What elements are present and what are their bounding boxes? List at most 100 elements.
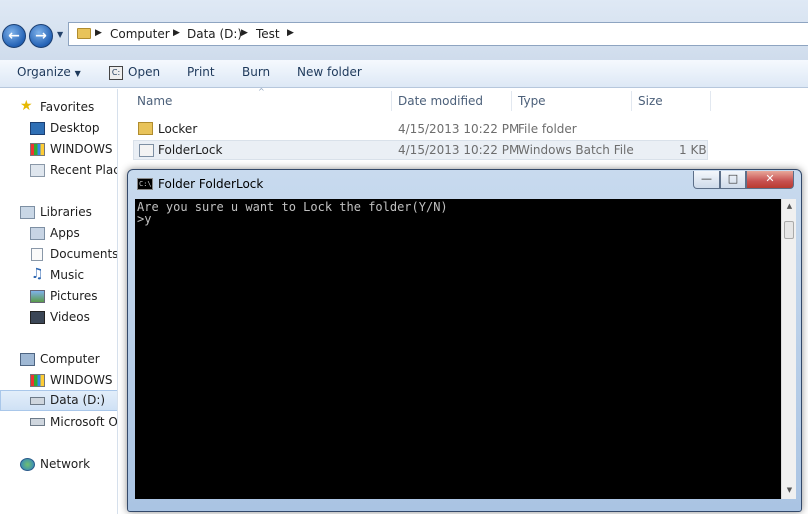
nav-apps[interactable]: Apps (0, 223, 117, 244)
network-globe-icon (20, 458, 35, 471)
libraries-icon (20, 206, 35, 219)
close-button[interactable]: ✕ (746, 171, 794, 189)
close-icon: ✕ (765, 172, 775, 185)
column-header-date-modified[interactable]: Date modified (398, 94, 483, 108)
nav-videos[interactable]: Videos (0, 307, 117, 328)
nav-documents-label: Documents (50, 247, 118, 261)
address-bar[interactable]: ▶ Computer ▶ Data (D:) ▶ Test ▶ (68, 22, 808, 46)
file-row-locker[interactable]: Locker 4/15/2013 10:22 PM File folder (133, 119, 708, 139)
breadcrumb-data-drive[interactable]: Data (D:) (187, 27, 242, 41)
nav-computer-label: Computer (40, 352, 100, 366)
nav-documents[interactable]: Documents (0, 244, 118, 265)
column-header-type[interactable]: Type (518, 94, 546, 108)
nav-windows-c-drive[interactable]: WINDOWS (C (0, 370, 117, 391)
nav-apps-label: Apps (50, 226, 80, 240)
nav-windows-label: WINDOWS (C (50, 142, 117, 156)
scrollbar-thumb[interactable] (784, 221, 794, 239)
console-output[interactable]: Are you sure u want to Lock the folder(Y… (135, 199, 781, 499)
desktop-icon (30, 122, 45, 135)
column-header-name[interactable]: Name (137, 94, 172, 108)
console-window[interactable]: C:\ Folder FolderLock — □ ✕ Are you sure… (127, 169, 802, 512)
file-name: FolderLock (158, 143, 223, 157)
nav-libraries-label: Libraries (40, 205, 92, 219)
breadcrumb-separator-icon[interactable]: ▶ (241, 28, 248, 38)
star-icon: ★ (20, 98, 33, 114)
nav-data-drive[interactable]: Data (D:) (0, 390, 117, 411)
new-folder-button[interactable]: New folder (297, 65, 362, 79)
back-arrow-icon[interactable]: ← (2, 24, 26, 48)
column-header-size[interactable]: Size (638, 94, 663, 108)
column-divider[interactable] (631, 91, 632, 111)
scroll-down-arrow-icon[interactable]: ▼ (784, 486, 795, 496)
console-input-line: >y (137, 212, 152, 226)
navigation-pane: ★ Favorites Desktop WINDOWS (C Recent Pl… (0, 89, 118, 514)
windows-drive-icon (30, 374, 45, 387)
column-divider[interactable] (710, 91, 711, 111)
nav-desktop[interactable]: Desktop (0, 118, 117, 139)
breadcrumb-separator-icon[interactable]: ▶ (95, 28, 102, 38)
batch-file-gear-icon (139, 144, 154, 157)
nav-microsoft-office[interactable]: Microsoft Of (0, 412, 118, 433)
computer-icon (20, 353, 35, 366)
organize-button[interactable]: Organize ▼ (17, 65, 81, 79)
forward-arrow-icon[interactable]: → (29, 24, 53, 48)
print-button[interactable]: Print (187, 65, 215, 79)
nav-windows-drive-label: WINDOWS (C (50, 373, 117, 387)
breadcrumb-separator-icon[interactable]: ▶ (287, 28, 294, 38)
maximize-button[interactable]: □ (720, 171, 746, 189)
library-folder-icon (30, 227, 45, 240)
hard-drive-icon (30, 418, 45, 426)
column-divider[interactable] (511, 91, 512, 111)
recent-places-icon (30, 164, 45, 177)
chevron-down-icon: ▼ (74, 69, 81, 78)
maximize-icon: □ (727, 172, 739, 185)
nav-libraries[interactable]: Libraries (0, 202, 117, 223)
nav-network[interactable]: Network (0, 454, 117, 475)
file-type: File folder (518, 122, 577, 136)
command-bar: Organize ▼ C: Open Print Burn New folder (0, 60, 808, 88)
nav-data-label: Data (D:) (50, 393, 106, 407)
folder-icon (77, 28, 91, 39)
nav-pictures-label: Pictures (50, 289, 98, 303)
nav-recent-label: Recent Place (50, 163, 117, 177)
minimize-button[interactable]: — (693, 171, 720, 189)
breadcrumb-test[interactable]: Test (256, 27, 280, 41)
nav-network-label: Network (40, 457, 91, 471)
pictures-icon (30, 290, 45, 303)
burn-button[interactable]: Burn (242, 65, 270, 79)
open-icon: C: (109, 66, 123, 80)
console-title: Folder FolderLock (158, 177, 264, 191)
nav-pictures[interactable]: Pictures (0, 286, 117, 307)
console-vertical-scrollbar[interactable]: ▲ ▼ (781, 199, 796, 499)
nav-computer[interactable]: Computer (0, 349, 117, 370)
file-name: Locker (158, 122, 198, 136)
nav-music[interactable]: ♫ Music (0, 265, 117, 286)
nav-windows-c-favorite[interactable]: WINDOWS (C (0, 139, 117, 160)
file-row-folderlock[interactable]: FolderLock 4/15/2013 10:22 PM Windows Ba… (133, 140, 708, 160)
music-note-icon: ♫ (31, 266, 44, 282)
folder-icon (138, 122, 153, 135)
nav-favorites[interactable]: ★ Favorites (0, 97, 117, 118)
nav-videos-label: Videos (50, 310, 90, 324)
file-date: 4/15/2013 10:22 PM (398, 122, 520, 136)
recent-pages-chevron-icon[interactable]: ▼ (57, 30, 67, 40)
open-button[interactable]: Open (128, 65, 160, 79)
console-prompt-line: Are you sure u want to Lock the folder(Y… (137, 200, 448, 214)
hard-drive-icon (30, 397, 45, 405)
windows-drive-icon (30, 143, 45, 156)
address-bar-row: ← → ▼ ▶ Computer ▶ Data (D:) ▶ Test ▶ (0, 0, 808, 60)
breadcrumb-separator-icon[interactable]: ▶ (173, 28, 180, 38)
documents-icon (31, 248, 43, 261)
file-type: Windows Batch File (518, 143, 634, 157)
organize-label: Organize (17, 65, 71, 79)
scroll-up-arrow-icon[interactable]: ▲ (784, 202, 795, 212)
nav-favorites-label: Favorites (40, 100, 95, 114)
column-divider[interactable] (391, 91, 392, 111)
file-date: 4/15/2013 10:22 PM (398, 143, 520, 157)
nav-music-label: Music (50, 268, 85, 282)
sort-ascending-icon: ^ (258, 87, 265, 96)
nav-desktop-label: Desktop (50, 121, 100, 135)
nav-recent-places[interactable]: Recent Place (0, 160, 117, 181)
breadcrumb-computer[interactable]: Computer (110, 27, 170, 41)
nav-microsoft-label: Microsoft Of (50, 415, 118, 429)
